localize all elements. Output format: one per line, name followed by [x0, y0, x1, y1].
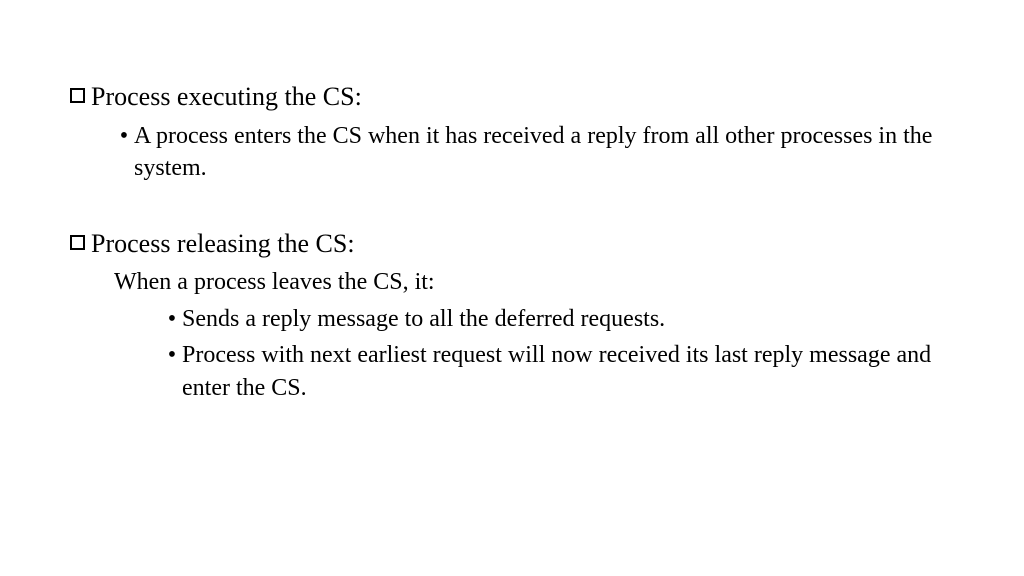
- dot-bullet-icon: •: [162, 339, 182, 371]
- square-bullet-icon: [70, 88, 85, 103]
- section-releasing: Process releasing the CS: When a process…: [70, 227, 954, 404]
- heading-text: Process releasing the CS:: [91, 227, 954, 261]
- list-item: • Sends a reply message to all the defer…: [162, 303, 954, 335]
- heading-row: Process releasing the CS:: [70, 227, 954, 261]
- dot-bullet-icon: •: [114, 120, 134, 152]
- list-item: • A process enters the CS when it has re…: [114, 120, 954, 185]
- nested-list: • Sends a reply message to all the defer…: [162, 303, 954, 404]
- heading-text: Process executing the CS:: [91, 80, 954, 114]
- sub-list: • A process enters the CS when it has re…: [114, 120, 954, 185]
- heading-row: Process executing the CS:: [70, 80, 954, 114]
- bullet-text: Sends a reply message to all the deferre…: [182, 303, 954, 335]
- sub-list: When a process leaves the CS, it: • Send…: [114, 266, 954, 404]
- dot-bullet-icon: •: [162, 303, 182, 335]
- list-item: • Process with next earliest request wil…: [162, 339, 954, 404]
- square-bullet-icon: [70, 235, 85, 250]
- sub-intro-text: When a process leaves the CS, it:: [114, 266, 954, 298]
- section-executing: Process executing the CS: • A process en…: [70, 80, 954, 185]
- bullet-text: Process with next earliest request will …: [182, 339, 954, 404]
- bullet-text: A process enters the CS when it has rece…: [134, 120, 954, 185]
